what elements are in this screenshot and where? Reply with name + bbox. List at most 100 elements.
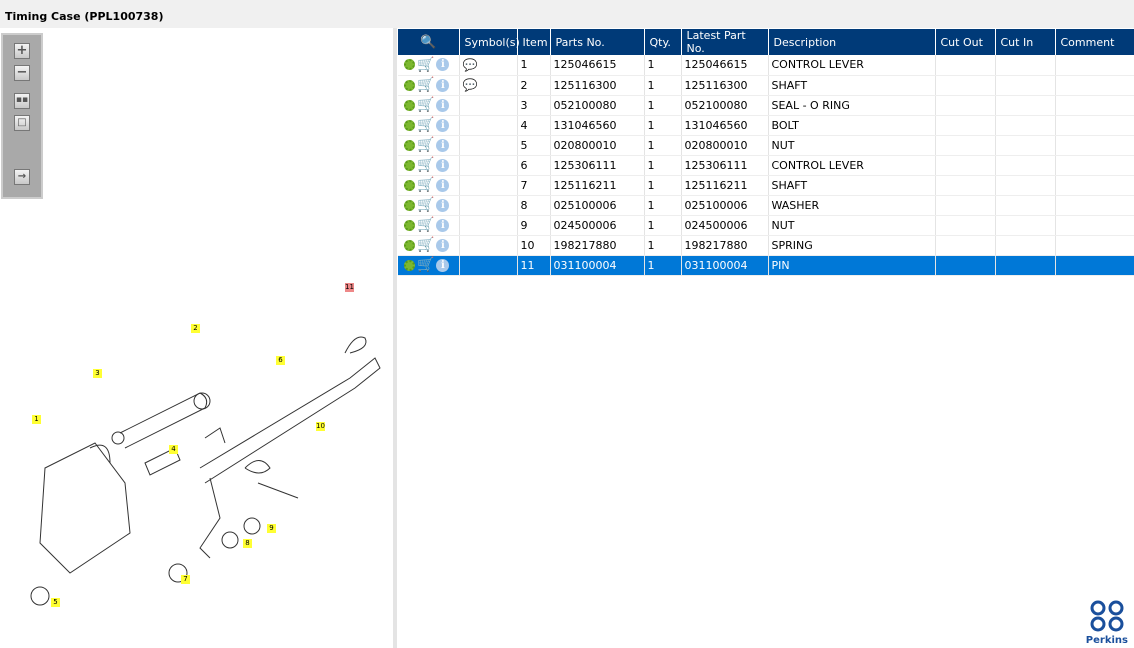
column-header[interactable]: Parts No. <box>550 29 645 55</box>
parts-table: 🔍 Symbol(s) Item Parts No. Qty. Latest P… <box>398 29 1134 276</box>
gear-icon[interactable] <box>404 139 415 151</box>
column-header[interactable]: Description <box>768 29 936 55</box>
callout-2[interactable]: 2 <box>191 324 200 333</box>
description-cell: SHAFT <box>768 175 936 196</box>
gear-icon[interactable] <box>404 159 415 171</box>
cart-icon[interactable]: 🛒 <box>417 137 434 153</box>
info-icon[interactable]: i <box>436 58 450 72</box>
column-header[interactable]: Comment <box>1055 29 1134 55</box>
cart-icon[interactable]: 🛒 <box>417 197 434 213</box>
cut-in-cell <box>995 75 1056 96</box>
callout-8[interactable]: 8 <box>243 539 252 548</box>
table-row[interactable]: 🛒 i 10 198217880 1 198217880 SPRING <box>398 235 1134 256</box>
info-icon[interactable]: i <box>436 198 450 212</box>
callout-5[interactable]: 5 <box>51 598 60 607</box>
gear-icon[interactable] <box>404 239 415 251</box>
item-cell: 11 <box>517 255 551 276</box>
column-header[interactable]: Qty. <box>644 29 682 55</box>
table-row[interactable]: 🛒 i 5 020800010 1 020800010 NUT <box>398 135 1134 156</box>
column-header[interactable]: Latest Part No. <box>681 29 769 55</box>
callout-11[interactable]: 11 <box>345 283 354 292</box>
latest-part-cell: 052100080 <box>681 95 769 116</box>
diagram-toolbar: + − ▪▪ □ → <box>1 33 43 199</box>
cart-icon[interactable]: 🛒 <box>417 157 434 173</box>
cart-icon[interactable]: 🛒 <box>417 77 434 93</box>
callout-6[interactable]: 6 <box>276 356 285 365</box>
symbol-cell <box>459 255 518 276</box>
cut-out-cell <box>935 195 996 216</box>
gear-icon[interactable] <box>404 199 415 211</box>
table-row[interactable]: 🛒 i 💬 1 125046615 1 125046615 CONTROL LEV… <box>398 55 1134 76</box>
column-header[interactable]: Symbol(s) <box>459 29 520 55</box>
search-icon[interactable]: 🔍 <box>420 35 436 50</box>
callout-10[interactable]: 10 <box>316 422 325 431</box>
info-icon[interactable]: i <box>436 78 450 92</box>
callout-1[interactable]: 1 <box>32 415 41 424</box>
column-header[interactable]: Item <box>517 29 551 55</box>
part-number-cell: 125116211 <box>550 175 645 196</box>
qty-cell: 1 <box>644 155 682 176</box>
info-icon[interactable]: i <box>436 238 450 252</box>
gear-icon[interactable] <box>404 99 415 111</box>
info-icon[interactable]: i <box>436 118 450 132</box>
comment-cell <box>1055 155 1134 176</box>
gear-icon[interactable] <box>404 259 415 271</box>
cart-icon[interactable]: 🛒 <box>417 177 434 193</box>
qty-cell: 1 <box>644 115 682 136</box>
gear-icon[interactable] <box>404 59 415 71</box>
gear-icon[interactable] <box>404 79 415 91</box>
description-cell: NUT <box>768 135 936 156</box>
gear-icon[interactable] <box>404 219 415 231</box>
column-header[interactable]: Cut In <box>995 29 1056 55</box>
zoom-out-button[interactable]: − <box>14 65 30 81</box>
cart-icon[interactable]: 🛒 <box>417 217 434 233</box>
table-row[interactable]: 🛒 i 9 024500006 1 024500006 NUT <box>398 215 1134 236</box>
cut-in-cell <box>995 95 1056 116</box>
splitter[interactable] <box>393 28 397 648</box>
latest-part-cell: 125116300 <box>681 75 769 96</box>
column-header[interactable]: Cut Out <box>935 29 996 55</box>
info-icon[interactable]: i <box>436 98 450 112</box>
diagram-panel[interactable]: 1 2 3 4 5 6 7 8 9 10 11 + − ▪▪ □ → <box>0 28 393 648</box>
cut-in-cell <box>995 175 1056 196</box>
callout-9[interactable]: 9 <box>267 524 276 533</box>
comment-cell <box>1055 135 1134 156</box>
callout-3[interactable]: 3 <box>93 369 102 378</box>
comment-icon[interactable]: 💬 <box>463 78 478 92</box>
gear-icon[interactable] <box>404 179 415 191</box>
cart-icon[interactable]: 🛒 <box>417 257 434 273</box>
table-row[interactable]: 🛒 i 11 031100004 1 031100004 PIN <box>398 255 1134 276</box>
item-cell: 5 <box>517 135 551 156</box>
part-number-cell: 025100006 <box>550 195 645 216</box>
cart-icon[interactable]: 🛒 <box>417 117 434 133</box>
zoom-in-button[interactable]: + <box>14 43 30 59</box>
cut-out-cell <box>935 155 996 176</box>
info-icon[interactable]: i <box>436 178 450 192</box>
cut-in-cell <box>995 195 1056 216</box>
export-button[interactable]: → <box>14 169 30 185</box>
row-actions: 🛒 i <box>398 155 460 176</box>
callout-4[interactable]: 4 <box>169 445 178 454</box>
fit-all-button[interactable]: ▪▪ <box>14 93 30 109</box>
callout-7[interactable]: 7 <box>181 575 190 584</box>
info-icon[interactable]: i <box>436 138 450 152</box>
search-column-header[interactable]: 🔍 <box>398 29 460 55</box>
cart-icon[interactable]: 🛒 <box>417 237 434 253</box>
info-icon[interactable]: i <box>436 218 450 232</box>
info-icon[interactable]: i <box>436 258 450 272</box>
table-row[interactable]: 🛒 i 7 125116211 1 125116211 SHAFT <box>398 175 1134 196</box>
comment-icon[interactable]: 💬 <box>463 58 478 72</box>
cart-icon[interactable]: 🛒 <box>417 57 434 73</box>
fit-window-button[interactable]: □ <box>14 115 30 131</box>
gear-icon[interactable] <box>404 119 415 131</box>
info-icon[interactable]: i <box>436 158 450 172</box>
symbol-cell <box>459 95 518 116</box>
latest-part-cell: 025100006 <box>681 195 769 216</box>
part-number-cell: 020800010 <box>550 135 645 156</box>
table-row[interactable]: 🛒 i 3 052100080 1 052100080 SEAL - O RING <box>398 95 1134 116</box>
table-row[interactable]: 🛒 i 8 025100006 1 025100006 WASHER <box>398 195 1134 216</box>
table-row[interactable]: 🛒 i 4 131046560 1 131046560 BOLT <box>398 115 1134 136</box>
table-row[interactable]: 🛒 i 💬 2 125116300 1 125116300 SHAFT <box>398 75 1134 96</box>
table-row[interactable]: 🛒 i 6 125306111 1 125306111 CONTROL LEVER <box>398 155 1134 176</box>
cart-icon[interactable]: 🛒 <box>417 97 434 113</box>
